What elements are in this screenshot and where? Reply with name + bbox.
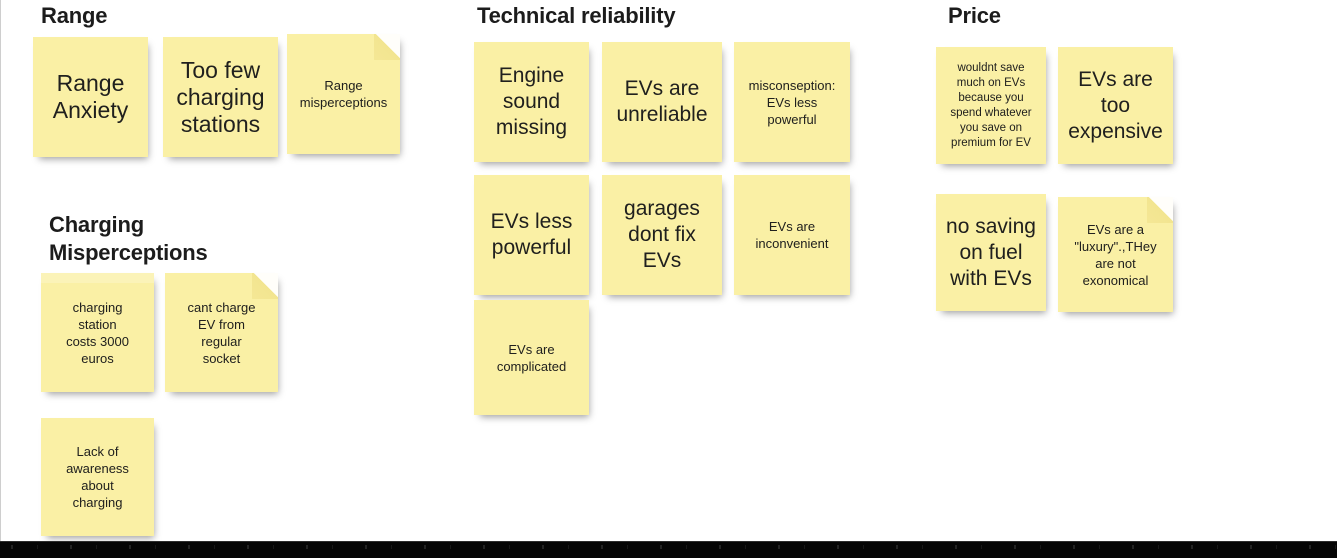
sticky-note-evs-less-powerful[interactable]: EVs less powerful xyxy=(474,175,589,295)
sticky-note-range-anxiety[interactable]: Range Anxiety xyxy=(33,37,148,157)
sticky-note-text: EVs are complicated xyxy=(496,341,567,374)
sticky-note-text: garages dont fix EVs xyxy=(624,197,700,272)
sticky-note-text: no saving on fuel with EVs xyxy=(946,214,1036,290)
sticky-note-garages-dont-fix-evs[interactable]: garages dont fix EVs xyxy=(602,175,722,295)
sticky-note-text: wouldnt save much on EVs because you spe… xyxy=(950,61,1032,149)
sticky-note-too-few-charging-stations[interactable]: Too few charging stations xyxy=(163,37,278,157)
sticky-note-misconception-evs-less-powerful[interactable]: misconseption: EVs less powerful xyxy=(734,42,850,162)
sticky-note-text: charging station costs 3000 euros xyxy=(66,299,129,366)
sticky-note-text: cant charge EV from regular socket xyxy=(187,299,256,366)
whiteboard-canvas: Range Range Anxiety Too few charging sta… xyxy=(0,0,1337,558)
section-title-range: Range xyxy=(41,3,108,28)
sticky-note-text: misconseption: EVs less powerful xyxy=(748,77,836,127)
canvas-left-edge xyxy=(0,0,1,541)
sticky-note-cant-charge-regular-socket[interactable]: cant charge EV from regular socket xyxy=(165,273,278,392)
section-title-price: Price xyxy=(948,3,1001,28)
sticky-note-evs-are-a-luxury[interactable]: EVs are a "luxury".,THey are not exonomi… xyxy=(1058,197,1173,312)
section-title-technical-reliability: Technical reliability xyxy=(477,3,676,28)
sticky-note-evs-are-complicated[interactable]: EVs are complicated xyxy=(474,300,589,415)
sticky-note-evs-are-inconvenient[interactable]: EVs are inconvenient xyxy=(734,175,850,295)
sticky-note-wouldnt-save-much[interactable]: wouldnt save much on EVs because you spe… xyxy=(936,47,1046,164)
sticky-note-text: Too few charging stations xyxy=(176,56,265,137)
sticky-note-text: Engine sound missing xyxy=(495,64,568,139)
sticky-note-text: Lack of awareness about charging xyxy=(66,444,129,510)
sticky-note-range-misperceptions[interactable]: Range misperceptions xyxy=(287,34,400,154)
sticky-note-engine-sound-missing[interactable]: Engine sound missing xyxy=(474,42,589,162)
sticky-note-charging-station-cost[interactable]: charging station costs 3000 euros xyxy=(41,273,154,392)
bottom-bar xyxy=(0,541,1337,558)
bottom-bar-artifacts xyxy=(0,545,1337,549)
section-title-charging-misperceptions: Charging Misperceptions xyxy=(49,212,208,265)
sticky-note-lack-of-awareness-charging[interactable]: Lack of awareness about charging xyxy=(41,418,154,536)
bottom-bar-hairline xyxy=(0,541,1337,542)
sticky-note-text: EVs are unreliable xyxy=(616,77,708,126)
sticky-note-evs-are-unreliable[interactable]: EVs are unreliable xyxy=(602,42,722,162)
sticky-note-text: Range Anxiety xyxy=(52,70,129,123)
sticky-note-text: EVs are inconvenient xyxy=(755,219,829,251)
sticky-note-text: Range misperceptions xyxy=(299,78,388,110)
sticky-note-no-saving-on-fuel[interactable]: no saving on fuel with EVs xyxy=(936,194,1046,311)
sticky-note-text: EVs are a "luxury".,THey are not exonomi… xyxy=(1074,221,1157,288)
sticky-note-text: EVs less powerful xyxy=(490,210,573,259)
sticky-note-text: EVs are too expensive xyxy=(1068,67,1163,143)
board-surface: Range Range Anxiety Too few charging sta… xyxy=(0,0,1337,541)
sticky-note-evs-too-expensive[interactable]: EVs are too expensive xyxy=(1058,47,1173,164)
